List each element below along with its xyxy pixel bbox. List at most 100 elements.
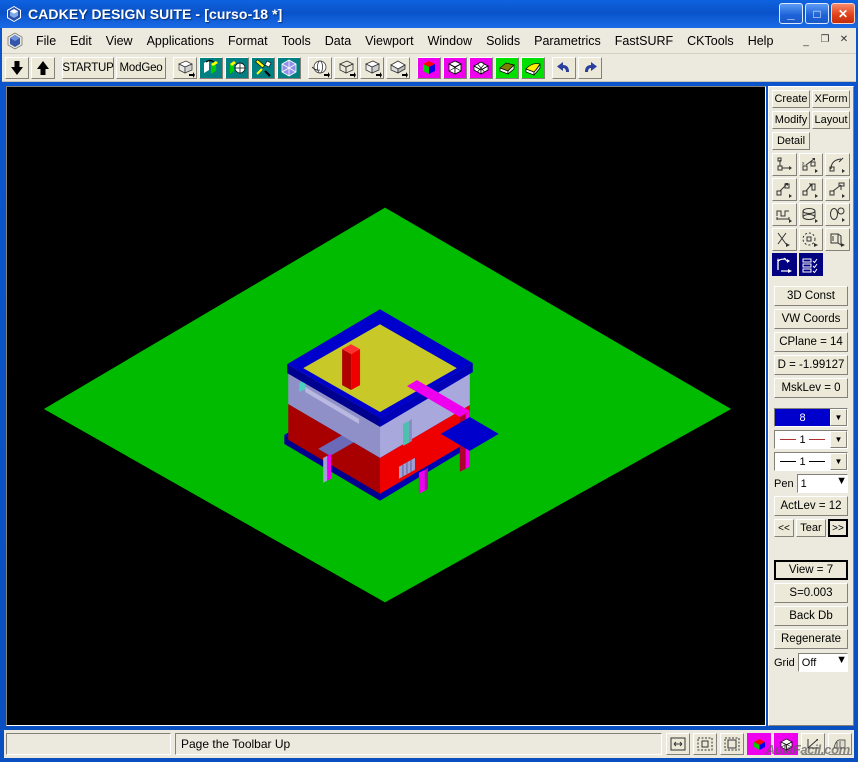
layout-button[interactable]: Layout <box>812 111 850 129</box>
shaded-cube-icon[interactable] <box>747 733 771 755</box>
linetype-select[interactable]: 1 ▼ <box>774 430 848 449</box>
depth-button[interactable]: D = -1.99127 <box>774 355 848 375</box>
pen-select[interactable]: 1 ▼ <box>797 474 848 493</box>
menu-tools[interactable]: Tools <box>275 31 318 51</box>
shaded-box-button[interactable] <box>386 57 410 79</box>
mesh-button[interactable] <box>277 57 301 79</box>
undo-button[interactable] <box>552 57 576 79</box>
wireframe-box-icon <box>336 58 356 78</box>
act-level-button[interactable]: ActLev = 12 <box>774 496 848 516</box>
3d-const-button[interactable]: 3D Const <box>774 286 848 306</box>
hammer-wrench-icon <box>253 58 273 78</box>
menu-help[interactable]: Help <box>741 31 781 51</box>
window-title: CADKEY DESIGN SUITE - [curso-18 *] <box>28 6 282 22</box>
zoom-region-icon[interactable] <box>720 733 744 755</box>
modgeo-button[interactable]: ModGeo <box>116 57 166 79</box>
shaded-box-icon <box>388 58 408 78</box>
view-button[interactable]: View = 7 <box>774 560 848 580</box>
mask-level-button[interactable]: MskLev = 0 <box>774 378 848 398</box>
xform-button[interactable]: XForm <box>812 90 850 108</box>
display-icon[interactable] <box>828 733 852 755</box>
line-angle-icon[interactable] <box>825 178 850 201</box>
modify-button[interactable]: Modify <box>772 111 810 129</box>
line-vertical-icon[interactable] <box>799 178 824 201</box>
menu-solids[interactable]: Solids <box>479 31 527 51</box>
vw-coords-button[interactable]: VW Coords <box>774 309 848 329</box>
menu-file[interactable]: File <box>29 31 63 51</box>
detail-button[interactable]: Detail <box>772 132 810 150</box>
view-cube-button[interactable] <box>173 57 197 79</box>
shade-render-alt-button[interactable] <box>225 57 249 79</box>
extrude-icon[interactable] <box>825 228 850 251</box>
menu-viewport[interactable]: Viewport <box>358 31 420 51</box>
menu-format[interactable]: Format <box>221 31 275 51</box>
menu-applications[interactable]: Applications <box>140 31 221 51</box>
create-button[interactable]: Create <box>772 90 810 108</box>
pen-select-value: 1 <box>798 475 837 492</box>
chevron-down-icon[interactable]: ▼ <box>836 475 847 492</box>
scale-button[interactable]: S=0.003 <box>774 583 848 603</box>
point-create-icon[interactable] <box>772 153 797 176</box>
render-wire-cube-button[interactable] <box>443 57 467 79</box>
render-color-cube-button[interactable] <box>417 57 441 79</box>
mdi-restore-button[interactable]: ❐ <box>817 32 833 47</box>
render-wire-cube2-button[interactable] <box>469 57 493 79</box>
menu-data[interactable]: Data <box>318 31 358 51</box>
chevron-down-icon[interactable]: ▼ <box>830 453 847 470</box>
chevron-down-icon[interactable]: ▼ <box>830 409 847 426</box>
grid-select[interactable]: Off ▼ <box>798 653 848 672</box>
chevron-down-icon[interactable]: ▼ <box>836 654 847 671</box>
wireframe-cube-icon[interactable] <box>774 733 798 755</box>
mdi-close-button[interactable]: ✕ <box>836 32 852 47</box>
cplane-button[interactable]: CPlane = 14 <box>774 332 848 352</box>
regenerate-button[interactable]: Regenerate <box>774 629 848 649</box>
cad-viewport[interactable] <box>8 88 764 724</box>
startup-button[interactable]: STARTUP <box>62 57 114 79</box>
page-toolbar-up-button[interactable] <box>31 57 55 79</box>
menu-edit[interactable]: Edit <box>63 31 99 51</box>
tear-button[interactable]: Tear <box>796 519 826 537</box>
hidden-line-button[interactable] <box>360 57 384 79</box>
wireframe-box-button[interactable] <box>334 57 358 79</box>
linewidth-select[interactable]: 1 ▼ <box>774 452 848 471</box>
close-icon: ✕ <box>832 4 854 23</box>
maximize-icon: □ <box>806 4 828 23</box>
color-select[interactable]: 8 ▼ <box>774 408 848 427</box>
menu-parametrics[interactable]: Parametrics <box>527 31 608 51</box>
fillet-icon[interactable] <box>772 253 797 276</box>
page-prev-button[interactable]: << <box>774 519 794 537</box>
line-arc-icon[interactable] <box>825 153 850 176</box>
circle-pattern-icon[interactable] <box>799 228 824 251</box>
rotate-view-button[interactable] <box>308 57 332 79</box>
crosshatch-icon[interactable] <box>772 228 797 251</box>
minimize-button[interactable]: _ <box>779 3 803 24</box>
close-button[interactable]: ✕ <box>831 3 855 24</box>
axis-icon[interactable] <box>801 733 825 755</box>
document-cube-icon[interactable] <box>6 32 24 50</box>
list-check-icon[interactable] <box>799 253 824 276</box>
mdi-minimize-button[interactable]: _ <box>798 32 814 47</box>
redo-button[interactable] <box>578 57 602 79</box>
shade-render-button[interactable] <box>199 57 223 79</box>
linetype-dash-right <box>809 439 825 440</box>
menu-fastsurf[interactable]: FastSURF <box>608 31 680 51</box>
page-next-button[interactable]: >> <box>828 519 848 537</box>
tools-hammer-button[interactable] <box>251 57 275 79</box>
surface-render2-button[interactable] <box>521 57 545 79</box>
menu-cktools[interactable]: CKTools <box>680 31 741 51</box>
maximize-button[interactable]: □ <box>805 3 829 24</box>
line-endpoint-icon[interactable] <box>772 178 797 201</box>
page-toolbar-down-button[interactable] <box>5 57 29 79</box>
menu-window[interactable]: Window <box>421 31 479 51</box>
menu-view[interactable]: View <box>99 31 140 51</box>
zoom-window-icon[interactable] <box>693 733 717 755</box>
back-db-button[interactable]: Back Db <box>774 606 848 626</box>
fit-window-icon[interactable] <box>666 733 690 755</box>
surface-render-button[interactable] <box>495 57 519 79</box>
ellipse-icon[interactable] <box>825 203 850 226</box>
point-transform-icon[interactable]: x <box>799 153 824 176</box>
polyline-icon[interactable] <box>772 203 797 226</box>
status-left-field <box>6 733 171 755</box>
spline-icon[interactable] <box>799 203 824 226</box>
chevron-down-icon[interactable]: ▼ <box>830 431 847 448</box>
